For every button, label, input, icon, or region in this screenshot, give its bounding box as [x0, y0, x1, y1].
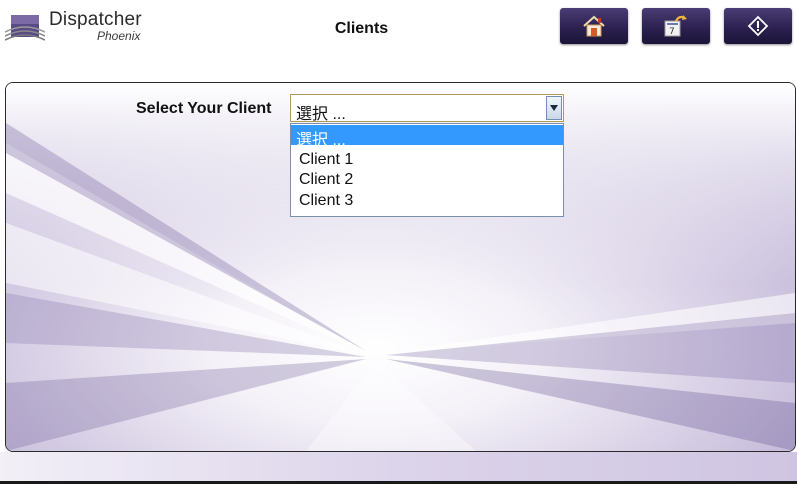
card-reset-icon: 7	[664, 15, 687, 37]
client-dropdown-list: 選択 ... Client 1 Client 2 Client 3	[290, 123, 564, 217]
client-select[interactable]: 選択 ...	[290, 94, 564, 123]
app-subtitle: Phoenix	[97, 29, 141, 43]
select-client-label: Select Your Client	[136, 100, 272, 117]
client-panel: Select Your Client 選択 ... 選択 ... Client …	[5, 82, 796, 452]
footer-band	[0, 452, 797, 481]
dropdown-arrow-icon[interactable]	[546, 96, 562, 120]
dropdown-option[interactable]: 選択 ...	[291, 125, 563, 149]
client-select-value: 選択 ...	[296, 106, 346, 123]
dispatcher-logo-icon	[5, 15, 45, 41]
job-settings-button[interactable]: 7	[642, 8, 710, 44]
home-button[interactable]	[560, 8, 628, 44]
dropdown-option[interactable]: Client 1	[291, 150, 563, 170]
dropdown-option[interactable]: Client 2	[291, 170, 563, 190]
app-logo: Dispatcher Phoenix	[5, 8, 155, 48]
info-button[interactable]	[724, 8, 792, 44]
svg-text:7: 7	[669, 27, 675, 37]
app-title: Dispatcher	[49, 9, 142, 30]
header-bar: Dispatcher Phoenix Clients 7	[0, 0, 797, 56]
info-diamond-icon	[747, 15, 769, 37]
dropdown-option[interactable]: Client 3	[291, 191, 563, 211]
home-icon	[583, 15, 605, 37]
page-title: Clients	[334, 20, 389, 37]
